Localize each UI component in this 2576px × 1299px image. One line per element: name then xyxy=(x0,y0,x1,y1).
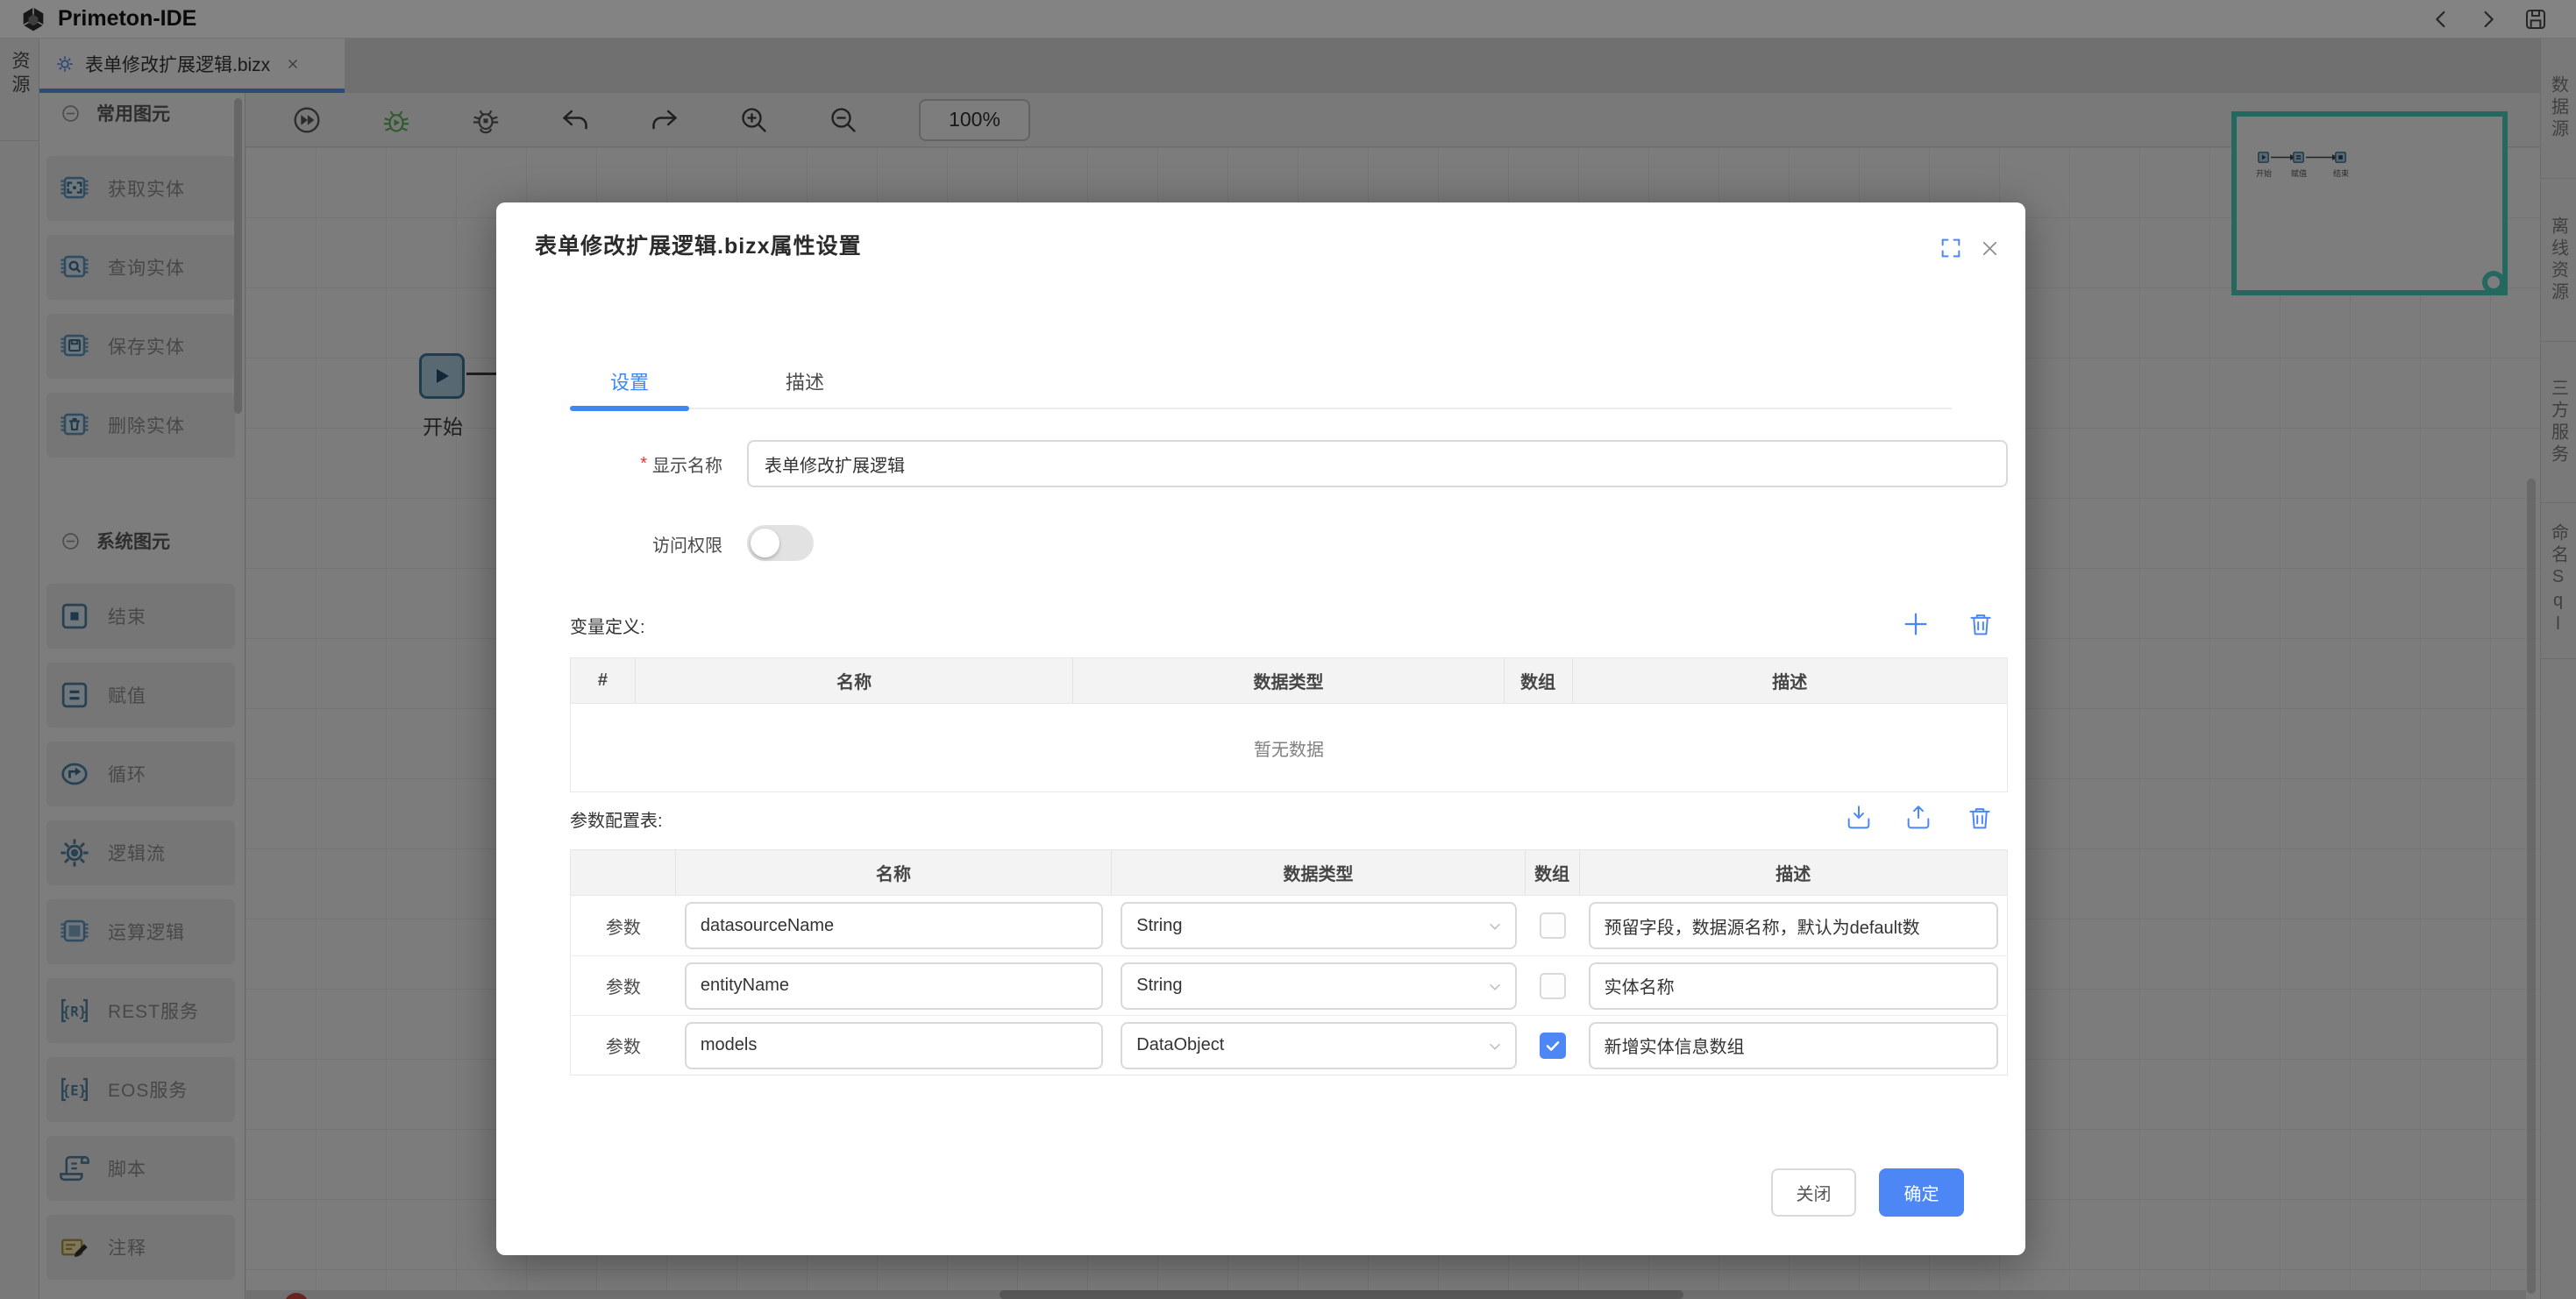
variables-column-header: 数据类型 xyxy=(1073,658,1504,703)
parameter-row: 参数 DataObject xyxy=(571,1015,2007,1075)
display-name-label: * 显示名称 xyxy=(570,440,722,487)
variables-empty-text: 暂无数据 xyxy=(571,704,2007,791)
add-variable-icon[interactable] xyxy=(1901,609,1931,639)
variables-column-header: 描述 xyxy=(1573,658,2007,703)
param-type-select[interactable]: DataObject xyxy=(1121,1022,1516,1069)
display-name-input[interactable] xyxy=(747,440,2008,487)
parameters-column-header: 名称 xyxy=(676,850,1112,895)
param-desc-input[interactable] xyxy=(1589,962,1998,1010)
parameters-column-header xyxy=(571,850,676,895)
variables-section-label: 变量定义: xyxy=(570,613,645,638)
parameter-row: 参数 String xyxy=(571,896,2007,955)
param-array-checkbox[interactable] xyxy=(1540,1033,1566,1059)
variables-table: #名称数据类型数组描述 暂无数据 xyxy=(570,657,2008,792)
param-type-value: String xyxy=(1136,976,1182,996)
chevron-down-icon xyxy=(1484,1035,1506,1058)
variables-column-header: 名称 xyxy=(636,658,1073,703)
param-type-value: DataObject xyxy=(1136,1035,1224,1055)
param-desc-input[interactable] xyxy=(1589,902,1998,949)
active-tab-indicator xyxy=(570,406,689,411)
import-parameters-icon[interactable] xyxy=(1844,803,1874,833)
delete-parameter-icon[interactable] xyxy=(1965,803,1995,833)
dialog-tabs: 设置 描述 xyxy=(570,366,1952,409)
param-name-input[interactable] xyxy=(685,1022,1103,1069)
dialog-close-icon[interactable] xyxy=(1978,237,2002,260)
chevron-down-icon xyxy=(1484,976,1506,998)
parameters-table: 名称数据类型数组描述 参数 String 参数 String 参数 DataObject xyxy=(570,849,2008,1075)
variables-column-header: 数组 xyxy=(1505,658,1573,703)
toggle-knob xyxy=(751,529,779,557)
param-array-checkbox[interactable] xyxy=(1540,912,1566,939)
export-parameters-icon[interactable] xyxy=(1904,803,1933,833)
close-button[interactable]: 关闭 xyxy=(1771,1168,1856,1217)
primeton-ide-window: Primeton-IDE 资源 表单修改扩展逻辑.bizx 常用图元获取实体查询… xyxy=(0,0,2576,1299)
param-kind-label: 参数 xyxy=(571,973,676,998)
param-kind-label: 参数 xyxy=(571,1033,676,1058)
param-array-checkbox[interactable] xyxy=(1540,973,1566,999)
fullscreen-icon[interactable] xyxy=(1939,236,1963,260)
chevron-down-icon xyxy=(1484,915,1506,938)
dialog-title: 表单修改扩展逻辑.bizx属性设置 xyxy=(535,229,862,260)
param-name-input[interactable] xyxy=(685,962,1103,1010)
tab-settings[interactable]: 设置 xyxy=(570,366,689,408)
param-type-select[interactable]: String xyxy=(1121,962,1516,1010)
properties-dialog: 表单修改扩展逻辑.bizx属性设置 设置 描述 * 显示名称 访问权限 变量定义… xyxy=(496,202,2025,1255)
param-desc-input[interactable] xyxy=(1589,1022,1998,1069)
param-type-select[interactable]: String xyxy=(1121,902,1516,949)
ok-button[interactable]: 确定 xyxy=(1879,1168,1964,1217)
delete-variable-icon[interactable] xyxy=(1966,609,1996,639)
access-permission-label: 访问权限 xyxy=(570,520,722,567)
parameters-column-header: 描述 xyxy=(1580,850,2007,895)
param-name-input[interactable] xyxy=(685,902,1103,949)
parameters-column-header: 数组 xyxy=(1526,850,1580,895)
variables-column-header: # xyxy=(571,658,636,703)
access-permission-toggle[interactable] xyxy=(747,525,814,561)
parameters-section-label: 参数配置表: xyxy=(570,806,663,832)
param-kind-label: 参数 xyxy=(571,913,676,939)
tab-description[interactable]: 描述 xyxy=(745,366,865,408)
required-asterisk: * xyxy=(640,454,647,474)
param-type-value: String xyxy=(1136,916,1182,936)
parameter-row: 参数 String xyxy=(571,955,2007,1015)
parameters-column-header: 数据类型 xyxy=(1112,850,1525,895)
